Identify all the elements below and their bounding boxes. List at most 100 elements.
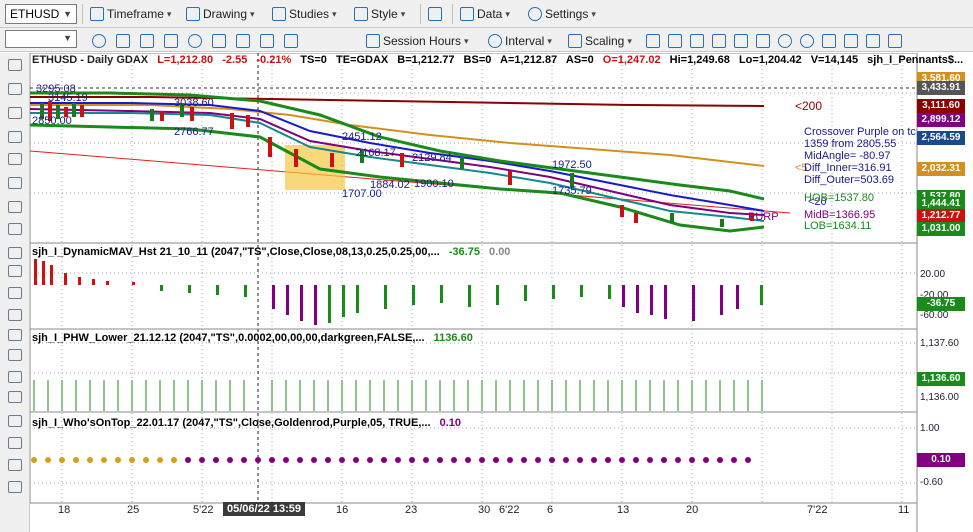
crosshair-icon[interactable] xyxy=(140,34,154,48)
session-hours-menu[interactable]: Session Hours ▾ xyxy=(366,31,469,51)
fibonacci-icon[interactable] xyxy=(8,177,22,189)
rectangle-icon[interactable] xyxy=(8,247,22,259)
dynamic-mav-tag: -36.75 xyxy=(917,297,965,311)
zoom-in-icon[interactable] xyxy=(778,34,792,48)
timeframe-icon xyxy=(90,7,104,21)
chart-canvas[interactable] xyxy=(30,53,973,532)
chart-title: ETHUSD - Daily GDAX xyxy=(32,54,149,66)
axis-label: -0.60 xyxy=(920,477,943,488)
axis-label: -60.00 xyxy=(920,310,949,321)
hollow-candle-icon[interactable] xyxy=(690,34,704,48)
whos-on-top-title: sjh_I_Who'sOnTop_22.01.17 (2047,"TS",Clo… xyxy=(32,417,461,429)
horizontal-line-icon[interactable] xyxy=(8,153,22,165)
crossover-line: Diff_Outer=503.69 xyxy=(804,174,894,186)
price-label: 3038.60 xyxy=(174,97,214,109)
scaling-menu[interactable]: Scaling ▾ xyxy=(568,31,632,51)
shapes-icon[interactable] xyxy=(8,349,22,361)
axis-label: 1.00 xyxy=(920,423,940,434)
price-tag: 2,564.59 xyxy=(917,131,965,145)
bar-chart-icon[interactable] xyxy=(212,34,226,48)
interval-menu[interactable]: Interval ▾ xyxy=(488,31,552,51)
studies-label: Studies xyxy=(289,7,330,21)
more-icon[interactable] xyxy=(888,34,902,48)
add-chart-icon[interactable] xyxy=(866,34,880,48)
study-title: sjh_I_DynamicMAV_Hst 21_10_11 (2047,"TS"… xyxy=(32,246,440,258)
chart-tools-group xyxy=(92,31,298,51)
timeframe-menu[interactable]: Timeframe ▾ xyxy=(90,4,171,24)
study-name: sjh_I_Pennants$... xyxy=(867,54,964,66)
grid-icon[interactable] xyxy=(236,34,250,48)
last-price-tag: 1,212.77 xyxy=(917,209,965,223)
pitchfork-icon[interactable] xyxy=(8,223,22,235)
toolbar-divider xyxy=(452,4,453,24)
drawing-menu[interactable]: Drawing ▾ xyxy=(186,4,255,24)
fit-icon[interactable] xyxy=(844,34,858,48)
gear-icon xyxy=(528,7,542,21)
link-icon[interactable] xyxy=(92,34,106,48)
last-price: L=1,212.80 xyxy=(157,54,214,66)
layout-button[interactable] xyxy=(428,4,442,24)
study-value: 0.00 xyxy=(489,246,511,258)
crosshair-tool-icon[interactable] xyxy=(8,83,22,95)
line-tool-icon[interactable] xyxy=(164,34,178,48)
settings-menu[interactable]: Settings ▾ xyxy=(528,4,596,24)
price-label: 1707.00 xyxy=(342,188,382,200)
heikin-ashi-icon[interactable] xyxy=(712,34,726,48)
arrow-up-icon[interactable] xyxy=(8,437,22,449)
x-axis-label: 6 xyxy=(547,504,554,516)
cursor-arrow-icon[interactable] xyxy=(8,59,22,71)
volume-value: V=14,145 xyxy=(810,54,859,66)
bid-value: B=1,212.77 xyxy=(397,54,455,66)
style-menu[interactable]: Style ▾ xyxy=(354,4,405,24)
toolbar-divider xyxy=(82,4,83,24)
data-table-icon xyxy=(460,7,474,21)
text-tool-icon[interactable] xyxy=(8,309,22,321)
interval-label: Interval xyxy=(505,34,545,48)
line-chart-icon[interactable] xyxy=(734,34,748,48)
data-menu[interactable]: Data ▾ xyxy=(460,4,510,24)
ohlc-bar-icon[interactable] xyxy=(646,34,660,48)
symbol-selector[interactable]: ETHUSD ▼ xyxy=(5,4,77,24)
x-axis-label: 11 xyxy=(898,504,910,516)
price-label: 2168.17 xyxy=(356,147,396,159)
ma200-price-tag: 3,111.60 xyxy=(917,99,965,113)
x-axis-label: 20 xyxy=(686,504,699,516)
settings-grid-icon[interactable] xyxy=(260,34,274,48)
erase-icon[interactable] xyxy=(8,481,22,493)
brush-icon[interactable] xyxy=(8,391,22,403)
price-tag: 2,899.12 xyxy=(917,113,965,127)
chevron-down-icon: ▾ xyxy=(166,8,172,19)
chart-toolbar: ▼ Session Hours ▾ Interval ▾ Scaling ▾ xyxy=(0,28,973,52)
chart-icon[interactable] xyxy=(116,34,130,48)
dot-chart-icon[interactable] xyxy=(756,34,770,48)
x-axis-label: 7'22 xyxy=(807,504,828,516)
wrench-icon[interactable] xyxy=(8,107,22,119)
x-axis-label: 25 xyxy=(127,504,140,516)
chevron-down-icon: ▾ xyxy=(332,8,337,19)
chevron-down-icon: ▾ xyxy=(250,8,255,19)
trendline-icon[interactable] xyxy=(8,131,22,143)
price-label: 1900.10 xyxy=(414,178,454,190)
x-axis-label: 23 xyxy=(405,504,418,516)
x-axis-label: 18 xyxy=(58,504,71,516)
studies-menu[interactable]: Studies ▾ xyxy=(272,4,337,24)
grid-settings-icon[interactable] xyxy=(284,34,298,48)
channel-icon[interactable] xyxy=(8,201,22,213)
layers-icon[interactable] xyxy=(8,329,22,341)
symbol-value: ETHUSD xyxy=(10,7,60,21)
gann-icon[interactable] xyxy=(8,287,22,299)
candlestick-icon[interactable] xyxy=(668,34,682,48)
measure-icon[interactable] xyxy=(8,371,22,383)
arrow-down-icon[interactable] xyxy=(8,459,22,471)
chart-header: ETHUSD - Daily GDAX L=1,212.80 -2.55 -0.… xyxy=(32,54,969,66)
interval-icon xyxy=(488,34,502,48)
alert-icon[interactable] xyxy=(8,415,22,427)
te-value: TE=GDAX xyxy=(335,54,389,66)
speedometer-icon[interactable] xyxy=(188,34,202,48)
scroll-icon[interactable] xyxy=(822,34,836,48)
bars-pattern-icon[interactable] xyxy=(8,265,22,277)
scaling-label: Scaling xyxy=(585,34,625,48)
zoom-out-icon[interactable] xyxy=(800,34,814,48)
study-value: -36.75 xyxy=(448,246,480,258)
workspace-selector[interactable]: ▼ xyxy=(5,30,77,48)
